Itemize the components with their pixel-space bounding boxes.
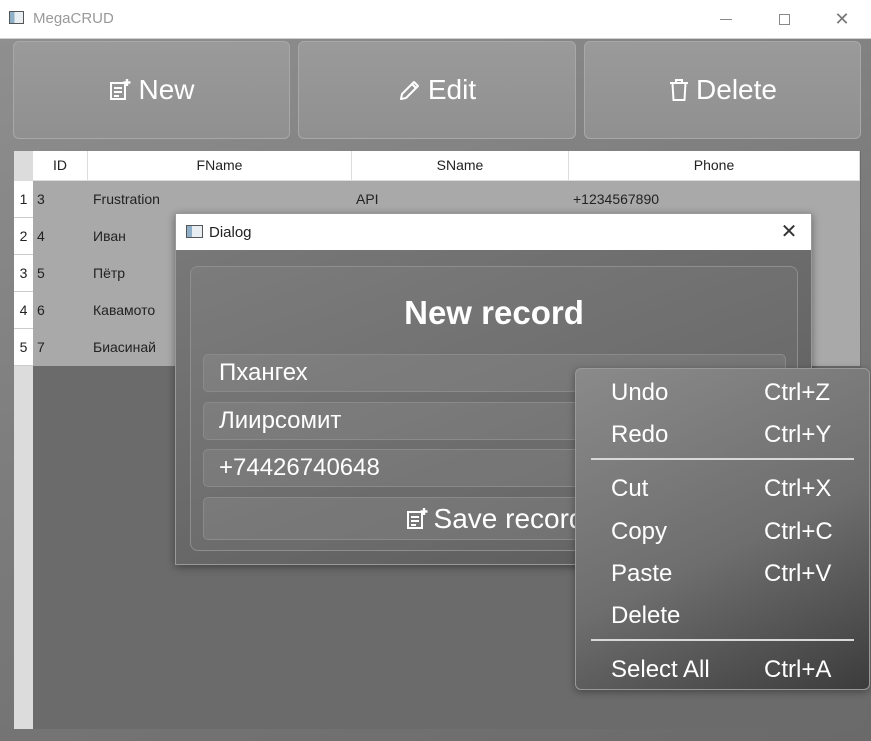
new-button[interactable]: New: [13, 41, 290, 139]
menu-item-redo[interactable]: Redo Ctrl+Y: [576, 415, 869, 455]
row-number[interactable]: 5: [14, 329, 33, 366]
dialog-app-icon: [186, 225, 203, 238]
maximize-button[interactable]: [755, 0, 813, 38]
pencil-icon: [399, 81, 419, 100]
menu-item-shortcut: Ctrl+V: [764, 560, 832, 587]
menu-item-label: Copy: [611, 518, 668, 545]
menu-separator: [591, 458, 854, 460]
edit-button-label: Edit: [427, 74, 477, 105]
dialog-title-bar[interactable]: Dialog ✕: [176, 214, 811, 250]
cell-id[interactable]: 4: [33, 218, 88, 255]
column-header-id[interactable]: ID: [33, 151, 88, 180]
menu-item-delete[interactable]: Delete: [576, 596, 869, 636]
new-button-label: New: [138, 74, 195, 105]
menu-item-label: Select All: [611, 656, 710, 683]
menu-item-label: Undo: [611, 379, 669, 406]
row-number[interactable]: 3: [14, 255, 33, 292]
trash-icon: [670, 79, 689, 101]
dialog-title: Dialog: [209, 224, 252, 241]
close-icon: ✕: [834, 8, 850, 29]
note-add-icon: [406, 507, 428, 529]
table-header: ID FName SName Phone: [33, 151, 860, 181]
menu-item-shortcut: Ctrl+Y: [764, 421, 832, 448]
menu-item-shortcut: Ctrl+Z: [764, 379, 830, 406]
row-number[interactable]: 4: [14, 292, 33, 329]
menu-item-shortcut: Ctrl+C: [764, 518, 833, 545]
maximize-icon: [778, 13, 790, 25]
close-icon: ✕: [780, 221, 798, 243]
cell-id[interactable]: 6: [33, 292, 88, 329]
menu-item-select-all[interactable]: Select All Ctrl+A: [576, 650, 869, 690]
menu-item-cut[interactable]: Cut Ctrl+X: [576, 469, 869, 509]
delete-button-label: Delete: [696, 74, 777, 105]
dialog-close-button[interactable]: ✕: [777, 220, 801, 244]
context-menu: Undo Ctrl+Z Redo Ctrl+Y Cut Ctrl+X Copy …: [575, 368, 870, 690]
column-header-fname[interactable]: FName: [88, 151, 352, 180]
note-add-icon: [110, 79, 131, 100]
cell-id[interactable]: 3: [33, 181, 88, 218]
menu-item-shortcut: Ctrl+A: [764, 656, 832, 683]
menu-item-undo[interactable]: Undo Ctrl+Z: [576, 373, 869, 413]
app-icon: [9, 11, 24, 24]
menu-item-copy[interactable]: Copy Ctrl+C: [576, 512, 869, 552]
row-number[interactable]: 2: [14, 218, 33, 255]
save-record-label: Save record: [433, 502, 585, 534]
column-header-sname[interactable]: SName: [352, 151, 569, 180]
edit-button[interactable]: Edit: [298, 41, 576, 139]
dialog-heading: New record: [404, 294, 584, 331]
close-button[interactable]: ✕: [813, 0, 871, 38]
menu-item-label: Cut: [611, 475, 649, 502]
cell-id[interactable]: 7: [33, 329, 88, 366]
menu-separator: [591, 639, 854, 641]
cell-id[interactable]: 5: [33, 255, 88, 292]
title-bar: MegaCRUD ✕: [0, 0, 871, 39]
menu-item-paste[interactable]: Paste Ctrl+V: [576, 554, 869, 594]
delete-button[interactable]: Delete: [584, 41, 861, 139]
minimize-icon: [720, 18, 732, 20]
menu-item-label: Redo: [611, 421, 669, 448]
column-header-phone[interactable]: Phone: [569, 151, 860, 180]
menu-item-label: Paste: [611, 560, 673, 587]
minimize-button[interactable]: [697, 0, 755, 38]
menu-item-label: Delete: [611, 602, 681, 629]
window-title: MegaCRUD: [33, 10, 114, 27]
row-number[interactable]: 1: [14, 181, 33, 218]
menu-item-shortcut: Ctrl+X: [764, 475, 832, 502]
